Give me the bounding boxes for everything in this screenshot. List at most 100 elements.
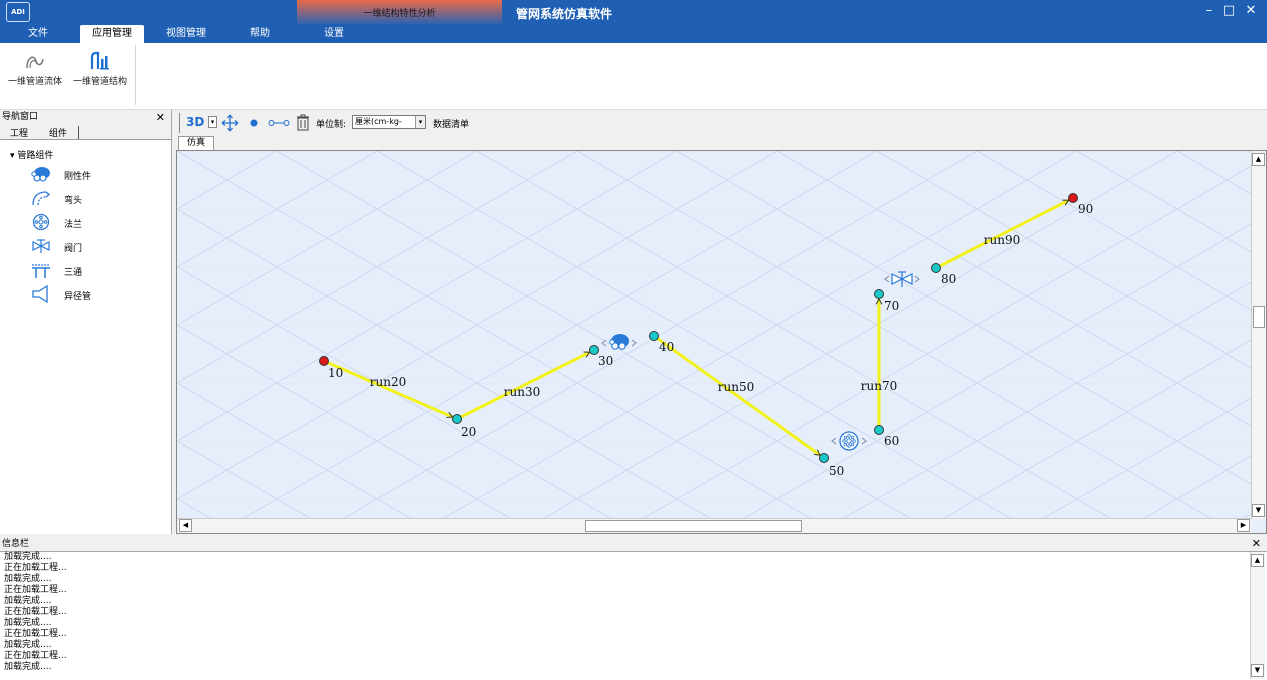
vscroll-thumb[interactable] bbox=[1253, 306, 1265, 328]
run-label: run90 bbox=[984, 233, 1020, 247]
canvas-toolbar: 3D ▾ 单位制: 厘米(cm-kg- ▾ 数据清单 bbox=[176, 111, 1267, 135]
tree-item-tee[interactable]: 三通 bbox=[30, 261, 160, 281]
tree-item-rigid[interactable]: 刚性件 bbox=[30, 165, 160, 185]
nav-tabs: 工程 组件 bbox=[0, 125, 171, 140]
node-label: 90 bbox=[1078, 202, 1093, 216]
app-logo: ADI bbox=[6, 2, 30, 22]
node-label: 80 bbox=[941, 272, 956, 286]
tree-item-elbow[interactable]: 弯头 bbox=[30, 189, 160, 209]
add-run-icon[interactable] bbox=[268, 117, 290, 129]
log-line: 加载完成.... bbox=[4, 552, 52, 562]
log-line: 正在加载工程... bbox=[4, 563, 67, 573]
run-label: run70 bbox=[861, 379, 897, 393]
node-label: 10 bbox=[328, 366, 343, 380]
scroll-down-icon[interactable]: ▼ bbox=[1252, 504, 1265, 517]
delete-icon[interactable] bbox=[296, 114, 310, 131]
pipe-network-diagram[interactable]: run20 run30 run50 run70 run90 10 20 30 40 50 60 70… bbox=[177, 151, 1252, 519]
tree-item-label: 法兰 bbox=[64, 220, 83, 230]
menu-tab-settings[interactable]: 设置 bbox=[318, 25, 350, 43]
log-line: 加载完成.... bbox=[4, 662, 52, 672]
unit-select[interactable]: 厘米(cm-kg- ▾ bbox=[352, 115, 426, 129]
structure-pipe-icon bbox=[90, 51, 109, 70]
tree-item-reducer[interactable]: 异径管 bbox=[30, 285, 160, 305]
minimize-button[interactable]: – bbox=[1201, 3, 1217, 18]
flange-icon bbox=[32, 213, 50, 231]
tab-project[interactable]: 工程 bbox=[10, 126, 28, 139]
toolbar-grip bbox=[179, 113, 180, 133]
info-header: 信息栏 ✕ bbox=[0, 536, 1267, 552]
node-label: 50 bbox=[829, 464, 844, 478]
log-line: 正在加载工程... bbox=[4, 629, 67, 639]
tab-components[interactable]: 组件 bbox=[49, 126, 67, 139]
scroll-up-icon[interactable]: ▲ bbox=[1251, 554, 1264, 567]
node-label: 60 bbox=[884, 434, 899, 448]
tree-item-label: 阀门 bbox=[64, 244, 83, 254]
close-button[interactable]: ✕ bbox=[1243, 3, 1259, 18]
node-label: 70 bbox=[884, 299, 899, 313]
log-line: 加载完成.... bbox=[4, 574, 52, 584]
ribbon: 一维管道流体 一维管道结构 bbox=[0, 43, 1267, 110]
info-vertical-scrollbar[interactable]: ▲ ▼ bbox=[1250, 552, 1265, 679]
pipe-node[interactable] bbox=[1068, 193, 1078, 203]
menu-tab-app-manage[interactable]: 应用管理 bbox=[80, 25, 144, 43]
log-output: 加载完成.... 正在加载工程... 加载完成.... 正在加载工程... 加载完成..… bbox=[4, 552, 1244, 673]
info-close-icon[interactable]: ✕ bbox=[1252, 536, 1261, 552]
log-line: 正在加载工程... bbox=[4, 585, 67, 595]
valve-icon bbox=[32, 239, 50, 253]
pipe-node[interactable] bbox=[649, 331, 659, 341]
nav-close-icon[interactable]: ✕ bbox=[156, 110, 165, 125]
canvas-horizontal-scrollbar[interactable]: ◀ ▶ bbox=[177, 518, 1252, 533]
move-icon[interactable] bbox=[221, 114, 239, 132]
app-title: 管网系统仿真软件 bbox=[516, 7, 613, 21]
structure-pipe-label: 一维管道结构 bbox=[72, 77, 127, 87]
maximize-button[interactable]: □ bbox=[1221, 3, 1237, 18]
pipe-node[interactable] bbox=[874, 289, 884, 299]
node-label: 40 bbox=[659, 340, 674, 354]
scroll-down-icon[interactable]: ▼ bbox=[1251, 664, 1264, 677]
tree-item-flange[interactable]: 法兰 bbox=[30, 213, 160, 233]
info-title: 信息栏 bbox=[2, 539, 30, 549]
context-tab-structure-analysis[interactable]: 一维结构特性分析 bbox=[297, 0, 502, 24]
scroll-right-icon[interactable]: ▶ bbox=[1237, 519, 1250, 532]
simulation-canvas[interactable]: run20 run30 run50 run70 run90 10 20 30 40 50 60 70… bbox=[176, 150, 1267, 534]
unit-select-value: 厘米(cm-kg- bbox=[355, 117, 402, 126]
structure-pipe-button[interactable]: 一维管道结构 bbox=[69, 51, 131, 99]
view-mode-3d-button[interactable]: 3D bbox=[186, 115, 204, 129]
view-tabs: 仿真 bbox=[176, 135, 1267, 150]
scroll-up-icon[interactable]: ▲ bbox=[1252, 153, 1265, 166]
menu-tab-file[interactable]: 文件 bbox=[22, 25, 54, 43]
hscroll-thumb[interactable] bbox=[585, 520, 802, 532]
tab-divider bbox=[78, 126, 79, 139]
run-label: run30 bbox=[504, 385, 540, 399]
ribbon-separator bbox=[135, 45, 136, 105]
menu-tab-view-manage[interactable]: 视图管理 bbox=[160, 25, 212, 43]
pipe-node[interactable] bbox=[874, 425, 884, 435]
pipe-node[interactable] bbox=[931, 263, 941, 273]
view-mode-dropdown-icon[interactable]: ▾ bbox=[208, 116, 217, 128]
navigation-panel: 导航窗口 ✕ 工程 组件 ▾ 管路组件 刚性件 弯头 法兰 阀门 三通 异径管 bbox=[0, 110, 172, 534]
fluid-pipe-icon bbox=[26, 56, 44, 69]
menu-tab-help[interactable]: 帮助 bbox=[244, 25, 276, 43]
tree-item-label: 三通 bbox=[64, 268, 83, 278]
reducer-icon bbox=[32, 285, 48, 303]
node-label: 30 bbox=[598, 354, 613, 368]
canvas-vertical-scrollbar[interactable]: ▲ ▼ bbox=[1251, 151, 1266, 519]
log-line: 正在加载工程... bbox=[4, 607, 67, 617]
pipe-node[interactable] bbox=[452, 414, 462, 424]
tree-root-pipe-components[interactable]: ▾ 管路组件 bbox=[10, 148, 53, 161]
pipe-node[interactable] bbox=[319, 356, 329, 366]
nav-title: 导航窗口 bbox=[2, 112, 39, 122]
fluid-pipe-button[interactable]: 一维管道流体 bbox=[4, 51, 66, 99]
log-line: 加载完成.... bbox=[4, 640, 52, 650]
tree-item-valve[interactable]: 阀门 bbox=[30, 237, 160, 257]
data-list-button[interactable]: 数据清单 bbox=[433, 117, 469, 130]
add-node-icon[interactable] bbox=[249, 117, 259, 129]
tree-item-label: 弯头 bbox=[64, 196, 83, 206]
scroll-left-icon[interactable]: ◀ bbox=[179, 519, 192, 532]
run-label: run50 bbox=[718, 380, 754, 394]
log-line: 加载完成.... bbox=[4, 596, 52, 606]
tab-simulation[interactable]: 仿真 bbox=[178, 136, 214, 150]
pipe-node[interactable] bbox=[819, 453, 829, 463]
info-panel: 信息栏 ✕ 加载完成.... 正在加载工程... 加载完成.... 正在加载工程...… bbox=[0, 536, 1267, 680]
rigid-icon bbox=[31, 167, 50, 182]
